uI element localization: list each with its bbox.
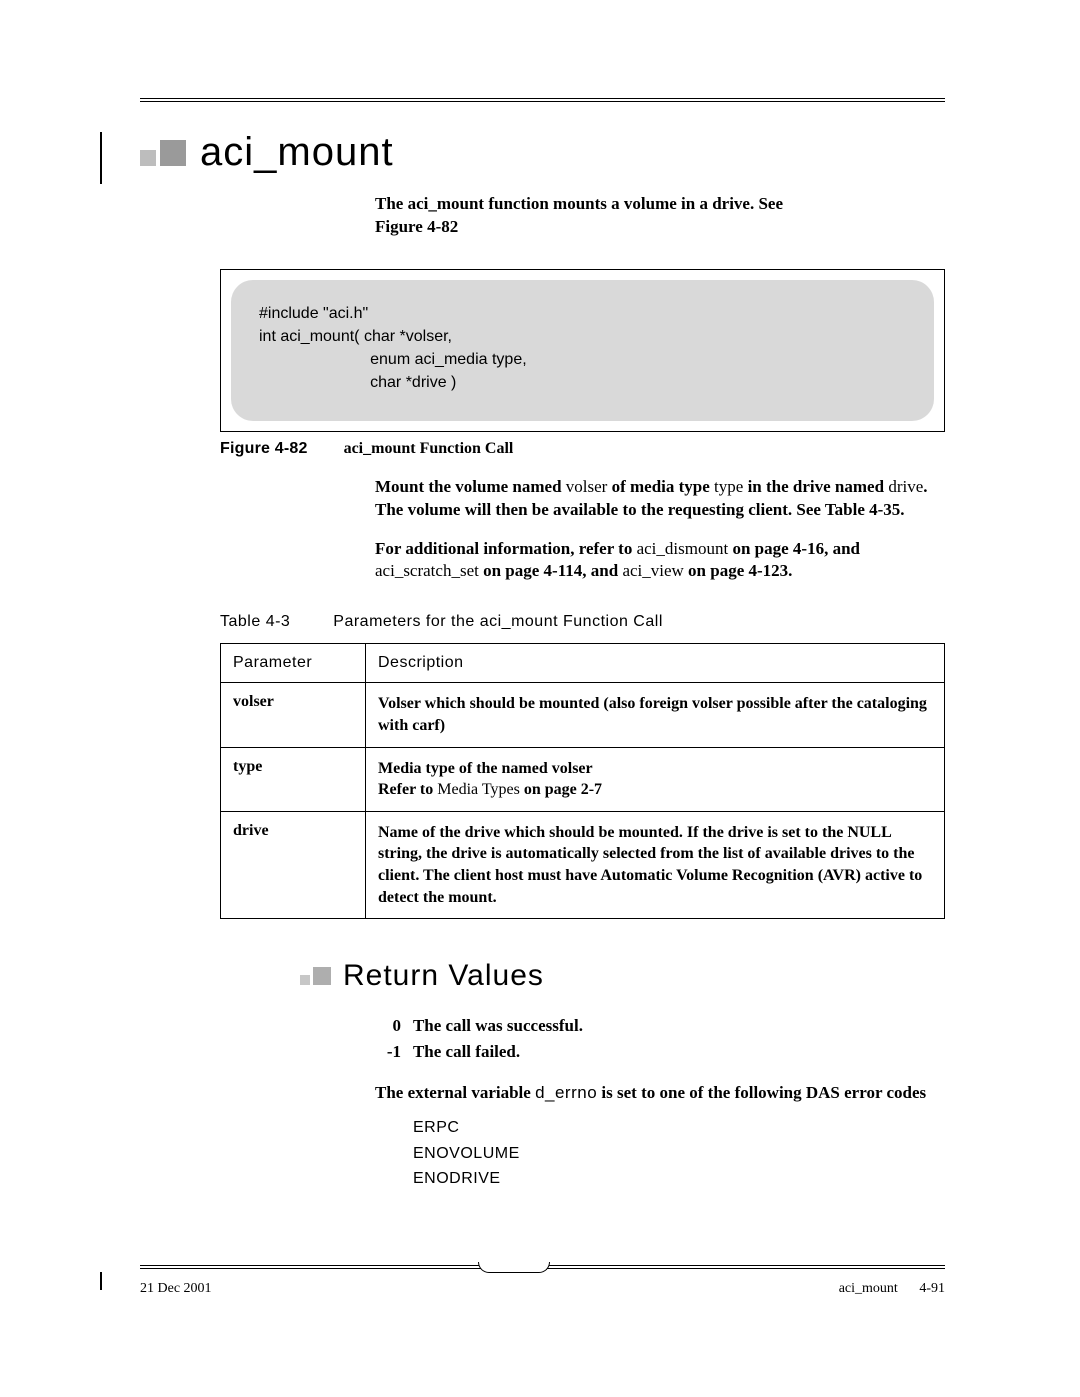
code-line: char *drive ) xyxy=(259,374,456,391)
figure-label: Figure 4-82 xyxy=(220,440,308,457)
intro-line2: Figure 4-82 xyxy=(375,217,458,236)
xref: aci_dismount xyxy=(637,539,729,558)
table-row: drive Name of the drive which should be … xyxy=(221,811,945,918)
code-line: int aci_mount( char *volser, xyxy=(259,328,452,345)
table-header-row: Parameter Description xyxy=(221,644,945,683)
page-footer: 21 Dec 2001 aci_mount 4-91 xyxy=(140,1265,945,1297)
variable-name: d_errno xyxy=(535,1083,597,1102)
see-also: For additional information, refer to aci… xyxy=(375,538,945,584)
text: on page 2-7 xyxy=(520,781,602,798)
return-value-item: 0 The call was successful. xyxy=(375,1013,945,1039)
intro-line1: The aci_mount function mounts a volume i… xyxy=(375,194,783,213)
figure-caption: Figure 4-82 aci_mount Function Call xyxy=(220,440,945,458)
error-code: ENOVOLUME xyxy=(413,1141,945,1167)
error-code-list: ERPC ENOVOLUME ENODRIVE xyxy=(413,1115,945,1192)
text: is set to one of the following DAS error… xyxy=(597,1083,926,1102)
code-line: #include "aci.h" xyxy=(259,305,368,322)
text: on page 4-123. xyxy=(684,561,793,580)
revision-bar-top xyxy=(100,132,102,184)
table-title-text: Parameters for the aci_mount Function Ca… xyxy=(333,613,663,630)
return-code: -1 xyxy=(375,1039,401,1065)
figure-title: aci_mount Function Call xyxy=(344,440,514,457)
table-label: Table 4-3 xyxy=(220,613,290,630)
running-title: aci_mount xyxy=(839,1281,898,1296)
errno-intro: The external variable d_errno is set to … xyxy=(375,1082,945,1105)
error-code: ERPC xyxy=(413,1115,945,1141)
heading-row: aci_mount xyxy=(140,130,945,175)
text: in the drive named xyxy=(743,477,888,496)
code-figure-frame: #include "aci.h" int aci_mount( char *vo… xyxy=(220,269,945,432)
revision-bar-bottom xyxy=(100,1272,102,1290)
parameters-table: Parameter Description volser Volser whic… xyxy=(220,643,945,919)
text: For additional information, refer to xyxy=(375,539,637,558)
code-listing: #include "aci.h" int aci_mount( char *vo… xyxy=(231,280,934,421)
param-ref: volser xyxy=(566,477,608,496)
table-row: type Media type of the named volser Refe… xyxy=(221,747,945,811)
footer-line: 21 Dec 2001 aci_mount 4-91 xyxy=(140,1281,945,1297)
param-ref: type xyxy=(714,477,743,496)
footer-date: 21 Dec 2001 xyxy=(140,1281,212,1297)
param-ref: drive xyxy=(888,477,923,496)
text: Refer to xyxy=(378,781,437,798)
text: on page 4-114, and xyxy=(479,561,623,580)
intro-text: The aci_mount function mounts a volume i… xyxy=(375,193,945,239)
param-desc: Name of the drive which should be mounte… xyxy=(366,811,945,918)
param-desc: Media type of the named volser Refer to … xyxy=(366,747,945,811)
description-block: Mount the volume named volser of media t… xyxy=(375,476,945,584)
param-desc: Volser which should be mounted (also for… xyxy=(366,683,945,747)
subheading-row: Return Values xyxy=(300,959,945,993)
param-name: volser xyxy=(221,683,366,747)
xref: aci_scratch_set xyxy=(375,561,479,580)
subheading-bullet-icon xyxy=(300,967,331,985)
error-code: ENODRIVE xyxy=(413,1166,945,1192)
top-rule xyxy=(140,98,945,102)
text: The external variable xyxy=(375,1083,535,1102)
return-text: The call failed. xyxy=(413,1042,520,1061)
heading-bullet-icon xyxy=(140,140,186,166)
col-description: Description xyxy=(366,644,945,683)
return-code: 0 xyxy=(375,1013,401,1039)
return-value-item: -1 The call failed. xyxy=(375,1039,945,1065)
return-values-heading: Return Values xyxy=(343,959,544,993)
text: Mount the volume named xyxy=(375,477,566,496)
page: aci_mount The aci_mount function mounts … xyxy=(0,0,1080,1397)
param-name: type xyxy=(221,747,366,811)
text: Media type of the named volser xyxy=(378,760,593,777)
table-caption: Table 4-3 Parameters for the aci_mount F… xyxy=(220,613,945,631)
intro-block: The aci_mount function mounts a volume i… xyxy=(375,193,945,239)
return-values-block: 0 The call was successful. -1 The call f… xyxy=(375,1013,945,1192)
xref: aci_view xyxy=(622,561,683,580)
footer-rule xyxy=(140,1265,945,1275)
code-line: enum aci_media type, xyxy=(259,351,527,368)
mount-description: Mount the volume named volser of media t… xyxy=(375,476,945,522)
page-title: aci_mount xyxy=(200,130,394,175)
text: on page 4-16, and xyxy=(728,539,860,558)
table-row: volser Volser which should be mounted (a… xyxy=(221,683,945,747)
xref: Media Types xyxy=(437,781,520,798)
return-text: The call was successful. xyxy=(413,1016,583,1035)
page-number: 4-91 xyxy=(919,1281,945,1296)
param-name: drive xyxy=(221,811,366,918)
return-value-list: 0 The call was successful. -1 The call f… xyxy=(375,1013,945,1064)
content-area: aci_mount The aci_mount function mounts … xyxy=(140,130,945,1192)
col-parameter: Parameter xyxy=(221,644,366,683)
footer-running: aci_mount 4-91 xyxy=(839,1281,945,1297)
text: of media type xyxy=(607,477,714,496)
